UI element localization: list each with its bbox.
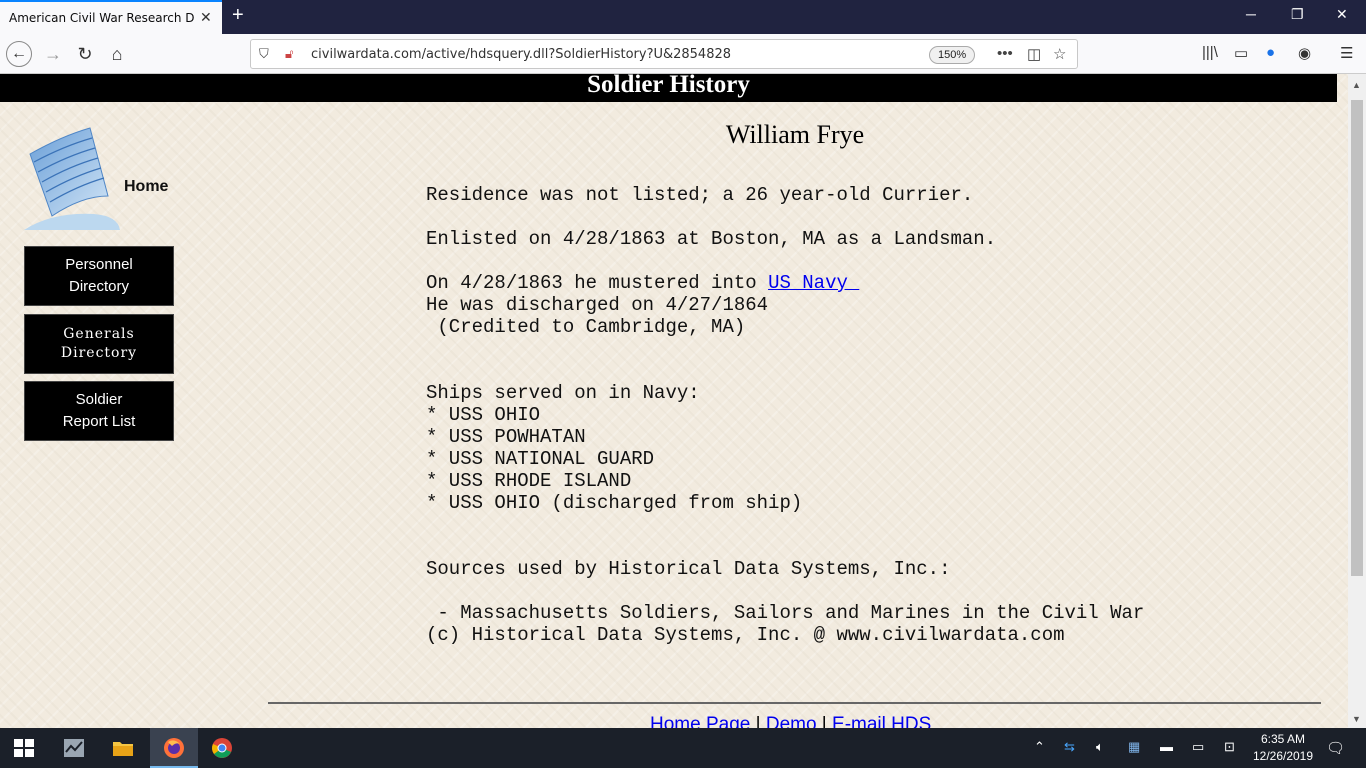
page-scrollbar[interactable]: ▲ ▼	[1348, 74, 1366, 729]
ship-item: * USS POWHATAN	[426, 426, 586, 448]
copyright: (c) Historical Data Systems, Inc. @ www.…	[426, 624, 1065, 646]
scroll-thumb[interactable]	[1351, 100, 1363, 576]
file-explorer-icon[interactable]	[111, 736, 135, 760]
button-label-line2: Report List	[62, 413, 136, 430]
us-navy-link[interactable]: US Navy	[768, 272, 859, 294]
nav-bar: ← → ↻ ⌂ ⛉ 🔓︎ civilwardata.com/active/hds…	[0, 34, 1366, 74]
insecure-lock-icon[interactable]: 🔓︎	[285, 46, 293, 62]
soldier-details: Residence was not listed; a 26 year-old …	[426, 184, 1144, 646]
home-page-link[interactable]: Home Page	[650, 714, 750, 729]
flag-logo-icon[interactable]	[22, 126, 122, 236]
sources-heading: Sources used by Historical Data Systems,…	[426, 558, 951, 580]
firefox-icon[interactable]	[162, 736, 186, 760]
residence-line: Residence was not listed; a 26 year-old …	[426, 184, 974, 206]
system-clock[interactable]: 6:35 AM 12/26/2019	[1248, 731, 1318, 765]
enlisted-line: Enlisted on 4/28/1863 at Boston, MA as a…	[426, 228, 997, 250]
credited-line: (Credited to Cambridge, MA)	[426, 316, 746, 338]
close-icon[interactable]: ✕	[200, 9, 212, 26]
task-manager-icon[interactable]	[62, 736, 86, 760]
network-app-icon[interactable]: ▦	[1128, 739, 1140, 755]
ship-item: * USS NATIONAL GUARD	[426, 448, 655, 470]
button-label-line1: Personnel	[65, 256, 133, 273]
scroll-down-icon[interactable]: ▼	[1352, 714, 1361, 724]
home-link[interactable]: Home	[124, 178, 168, 196]
clock-time: 6:35 AM	[1260, 732, 1306, 746]
scroll-up-icon[interactable]: ▲	[1352, 80, 1361, 90]
ship-item: * USS RHODE ISLAND	[426, 470, 632, 492]
page-content: Soldier History Home Personnel Directory…	[0, 74, 1348, 729]
home-icon[interactable]: ⌂	[104, 41, 130, 67]
discharged-line: He was discharged on 4/27/1864	[426, 294, 769, 316]
network-icon[interactable]: ⊡	[1224, 739, 1235, 755]
button-label-line1: Soldier	[75, 391, 123, 408]
page-title: Soldier History	[0, 74, 1337, 102]
footer-separator: |	[816, 714, 833, 729]
shield-icon[interactable]: ⛉	[259, 46, 269, 62]
ship-item: * USS OHIO	[426, 404, 541, 426]
forward-arrow-icon[interactable]: →	[40, 41, 66, 67]
grammarly-icon[interactable]: ●	[1266, 44, 1275, 61]
source-item: - Massachusetts Soldiers, Sailors and Ma…	[426, 602, 1145, 624]
windows-start-icon[interactable]	[12, 736, 36, 760]
pocket-icon[interactable]: ◫	[1027, 45, 1041, 63]
window-close-icon[interactable]: ✕	[1336, 6, 1348, 23]
chevron-up-icon[interactable]: ⌃	[1034, 739, 1045, 755]
tab-bar: American Civil War Research Datab ✕ + ─ …	[0, 0, 1366, 34]
email-hds-link[interactable]: E-mail HDS	[832, 714, 931, 729]
tab-active[interactable]: American Civil War Research Datab ✕	[0, 0, 222, 34]
ship-item: * USS OHIO (discharged from ship)	[426, 492, 803, 514]
zoom-badge[interactable]: 150%	[929, 46, 976, 64]
button-label-line2: Directory	[68, 278, 129, 295]
personnel-directory-button[interactable]: Personnel Directory	[24, 246, 174, 306]
new-tab-button[interactable]: +	[232, 4, 244, 27]
button-label-line1: Generals	[63, 326, 135, 342]
footer-divider	[268, 702, 1321, 704]
clock-date: 12/26/2019	[1252, 749, 1314, 763]
soldier-report-list-button[interactable]: Soldier Report List	[24, 381, 174, 441]
sidebar-icon[interactable]: ▭	[1234, 44, 1248, 62]
notifications-icon[interactable]: 🗨︎	[1326, 739, 1345, 757]
display-icon[interactable]: ▬	[1160, 739, 1173, 754]
menu-icon[interactable]: ☰	[1340, 44, 1353, 62]
restore-icon[interactable]: ❐	[1291, 6, 1304, 23]
page-actions-icon[interactable]: •••	[997, 45, 1013, 62]
footer-separator: |	[750, 714, 766, 729]
library-icon[interactable]: |||\	[1202, 44, 1218, 61]
mustered-line: On 4/28/1863 he mustered into	[426, 272, 769, 294]
soldier-name: William Frye	[725, 120, 865, 149]
url-bar[interactable]: ⛉ 🔓︎ civilwardata.com/active/hdsquery.dl…	[250, 39, 1078, 69]
footer-links: Home Page | Demo | E-mail HDS	[650, 714, 931, 729]
account-icon[interactable]: ◉	[1298, 44, 1311, 62]
volume-muted-icon[interactable]: 🔈︎	[1096, 739, 1104, 755]
taskbar: ⌃ ⇆ 🔈︎ ▦ ▬ ▭ ⊡ 6:35 AM 12/26/2019 🗨︎	[0, 728, 1366, 768]
button-label-line2: Directory	[60, 345, 138, 361]
tab-title: American Civil War Research Datab	[9, 11, 195, 25]
bookmark-star-icon[interactable]: ☆	[1053, 45, 1066, 63]
reload-icon[interactable]: ↻	[72, 41, 98, 67]
url-text[interactable]: civilwardata.com/active/hdsquery.dll?Sol…	[311, 47, 731, 62]
ships-heading: Ships served on in Navy:	[426, 382, 700, 404]
minimize-icon[interactable]: ─	[1246, 6, 1256, 22]
battery-icon[interactable]: ▭	[1192, 739, 1204, 755]
back-arrow-icon[interactable]: ←	[6, 41, 32, 67]
generals-directory-button[interactable]: Generals Directory	[24, 314, 174, 374]
demo-link[interactable]: Demo	[766, 714, 817, 729]
chrome-icon[interactable]	[210, 736, 234, 760]
teamviewer-icon[interactable]: ⇆	[1064, 739, 1075, 755]
